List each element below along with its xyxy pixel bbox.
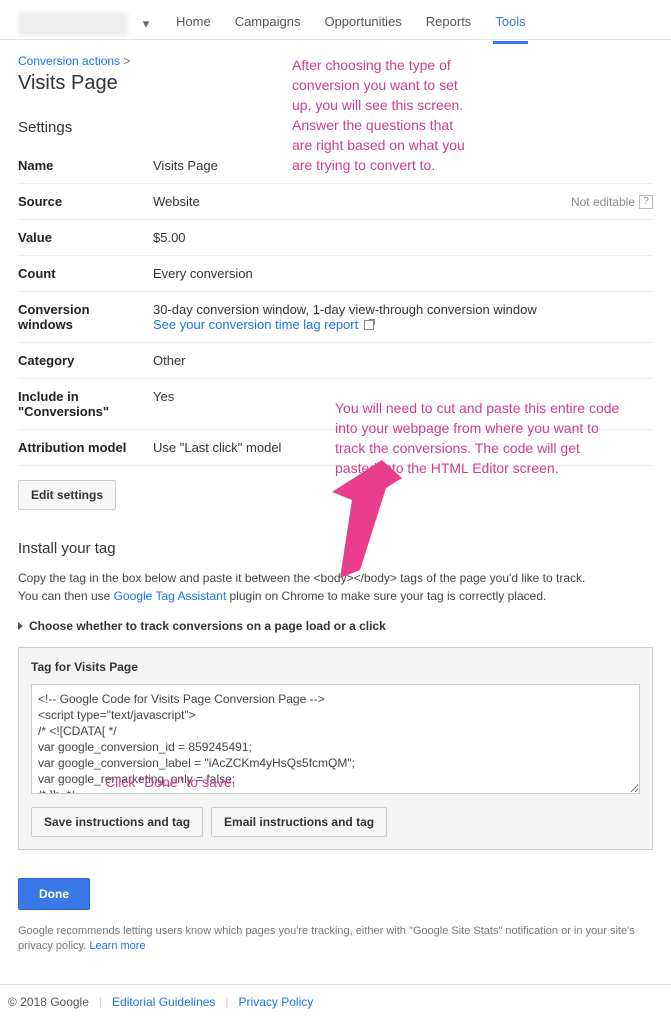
value-name: Visits Page	[153, 158, 653, 173]
label-value: Value	[18, 230, 153, 245]
done-button[interactable]: Done	[18, 878, 90, 910]
row-attribution: Attribution model Use "Last click" model	[18, 429, 653, 466]
nav-opportunities[interactable]: Opportunities	[322, 4, 403, 44]
label-windows: Conversion windows	[18, 302, 153, 332]
save-instructions-button[interactable]: Save instructions and tag	[31, 807, 203, 837]
nav-tools[interactable]: Tools	[493, 4, 527, 44]
footer-sep: |	[225, 995, 228, 1009]
logo-placeholder	[18, 12, 128, 36]
footer-sep: |	[99, 995, 102, 1009]
row-source: Source Website Not editable ?	[18, 183, 653, 219]
external-link-icon	[364, 320, 374, 330]
time-lag-report-link[interactable]: See your conversion time lag report	[153, 317, 358, 332]
value-windows: 30-day conversion window, 1-day view-thr…	[153, 302, 653, 332]
value-attribution: Use "Last click" model	[153, 440, 653, 455]
settings-table: Name Visits Page Source Website Not edit…	[18, 148, 653, 466]
install-desc-line1: Copy the tag in the box below and paste …	[18, 571, 585, 585]
tag-code-panel: Tag for Visits Page Save instructions an…	[18, 647, 653, 850]
recommendation-text: Google recommends letting users know whi…	[18, 924, 653, 954]
row-conversion-windows: Conversion windows 30-day conversion win…	[18, 291, 653, 342]
top-bar: ▾ Home Campaigns Opportunities Reports T…	[0, 0, 671, 40]
privacy-policy-link[interactable]: Privacy Policy	[239, 995, 314, 1009]
footer: © 2018 Google | Editorial Guidelines | P…	[0, 984, 671, 1019]
install-heading: Install your tag	[18, 540, 653, 557]
tag-assistant-link[interactable]: Google Tag Assistant	[114, 589, 227, 603]
email-instructions-button[interactable]: Email instructions and tag	[211, 807, 387, 837]
content: Conversion actions > Visits Page Setting…	[0, 40, 671, 984]
page-title: Visits Page	[18, 72, 653, 95]
breadcrumb-separator: >	[123, 54, 130, 68]
nav-home[interactable]: Home	[174, 4, 213, 44]
label-attribution: Attribution model	[18, 440, 153, 455]
value-category: Other	[153, 353, 653, 368]
label-include: Include in "Conversions"	[18, 389, 153, 419]
account-dropdown[interactable]: ▾	[138, 16, 154, 32]
tag-code-textarea[interactable]	[31, 684, 640, 794]
row-include: Include in "Conversions" Yes	[18, 378, 653, 429]
value-include: Yes	[153, 389, 653, 419]
main-nav: Home Campaigns Opportunities Reports Too…	[174, 4, 528, 44]
track-disclosure[interactable]: Choose whether to track conversions on a…	[18, 619, 653, 633]
value-value: $5.00	[153, 230, 653, 245]
install-desc-line2b: plugin on Chrome to make sure your tag i…	[226, 589, 546, 603]
copyright: © 2018 Google	[8, 995, 89, 1009]
nav-campaigns[interactable]: Campaigns	[233, 4, 303, 44]
value-source: Website	[153, 194, 571, 209]
row-count: Count Every conversion	[18, 255, 653, 291]
help-icon[interactable]: ?	[639, 195, 653, 209]
label-source: Source	[18, 194, 153, 209]
label-category: Category	[18, 353, 153, 368]
caret-down-icon: ▾	[143, 16, 150, 32]
label-name: Name	[18, 158, 153, 173]
edit-settings-button[interactable]: Edit settings	[18, 480, 116, 510]
windows-text: 30-day conversion window, 1-day view-thr…	[153, 302, 537, 317]
breadcrumb-link[interactable]: Conversion actions	[18, 54, 120, 68]
settings-heading: Settings	[18, 119, 653, 136]
breadcrumb: Conversion actions >	[18, 54, 653, 68]
editorial-guidelines-link[interactable]: Editorial Guidelines	[112, 995, 215, 1009]
row-category: Category Other	[18, 342, 653, 378]
nav-reports[interactable]: Reports	[424, 4, 474, 44]
not-editable-text: Not editable	[571, 195, 635, 209]
install-description: Copy the tag in the box below and paste …	[18, 569, 653, 605]
row-value: Value $5.00	[18, 219, 653, 255]
install-desc-line2a: You can then use	[18, 589, 114, 603]
learn-more-link[interactable]: Learn more	[89, 940, 145, 952]
label-count: Count	[18, 266, 153, 281]
not-editable-badge: Not editable ?	[571, 194, 653, 209]
code-panel-title: Tag for Visits Page	[31, 660, 640, 674]
disclosure-label: Choose whether to track conversions on a…	[29, 619, 386, 633]
value-count: Every conversion	[153, 266, 653, 281]
row-name: Name Visits Page	[18, 148, 653, 183]
triangle-right-icon	[18, 622, 23, 630]
